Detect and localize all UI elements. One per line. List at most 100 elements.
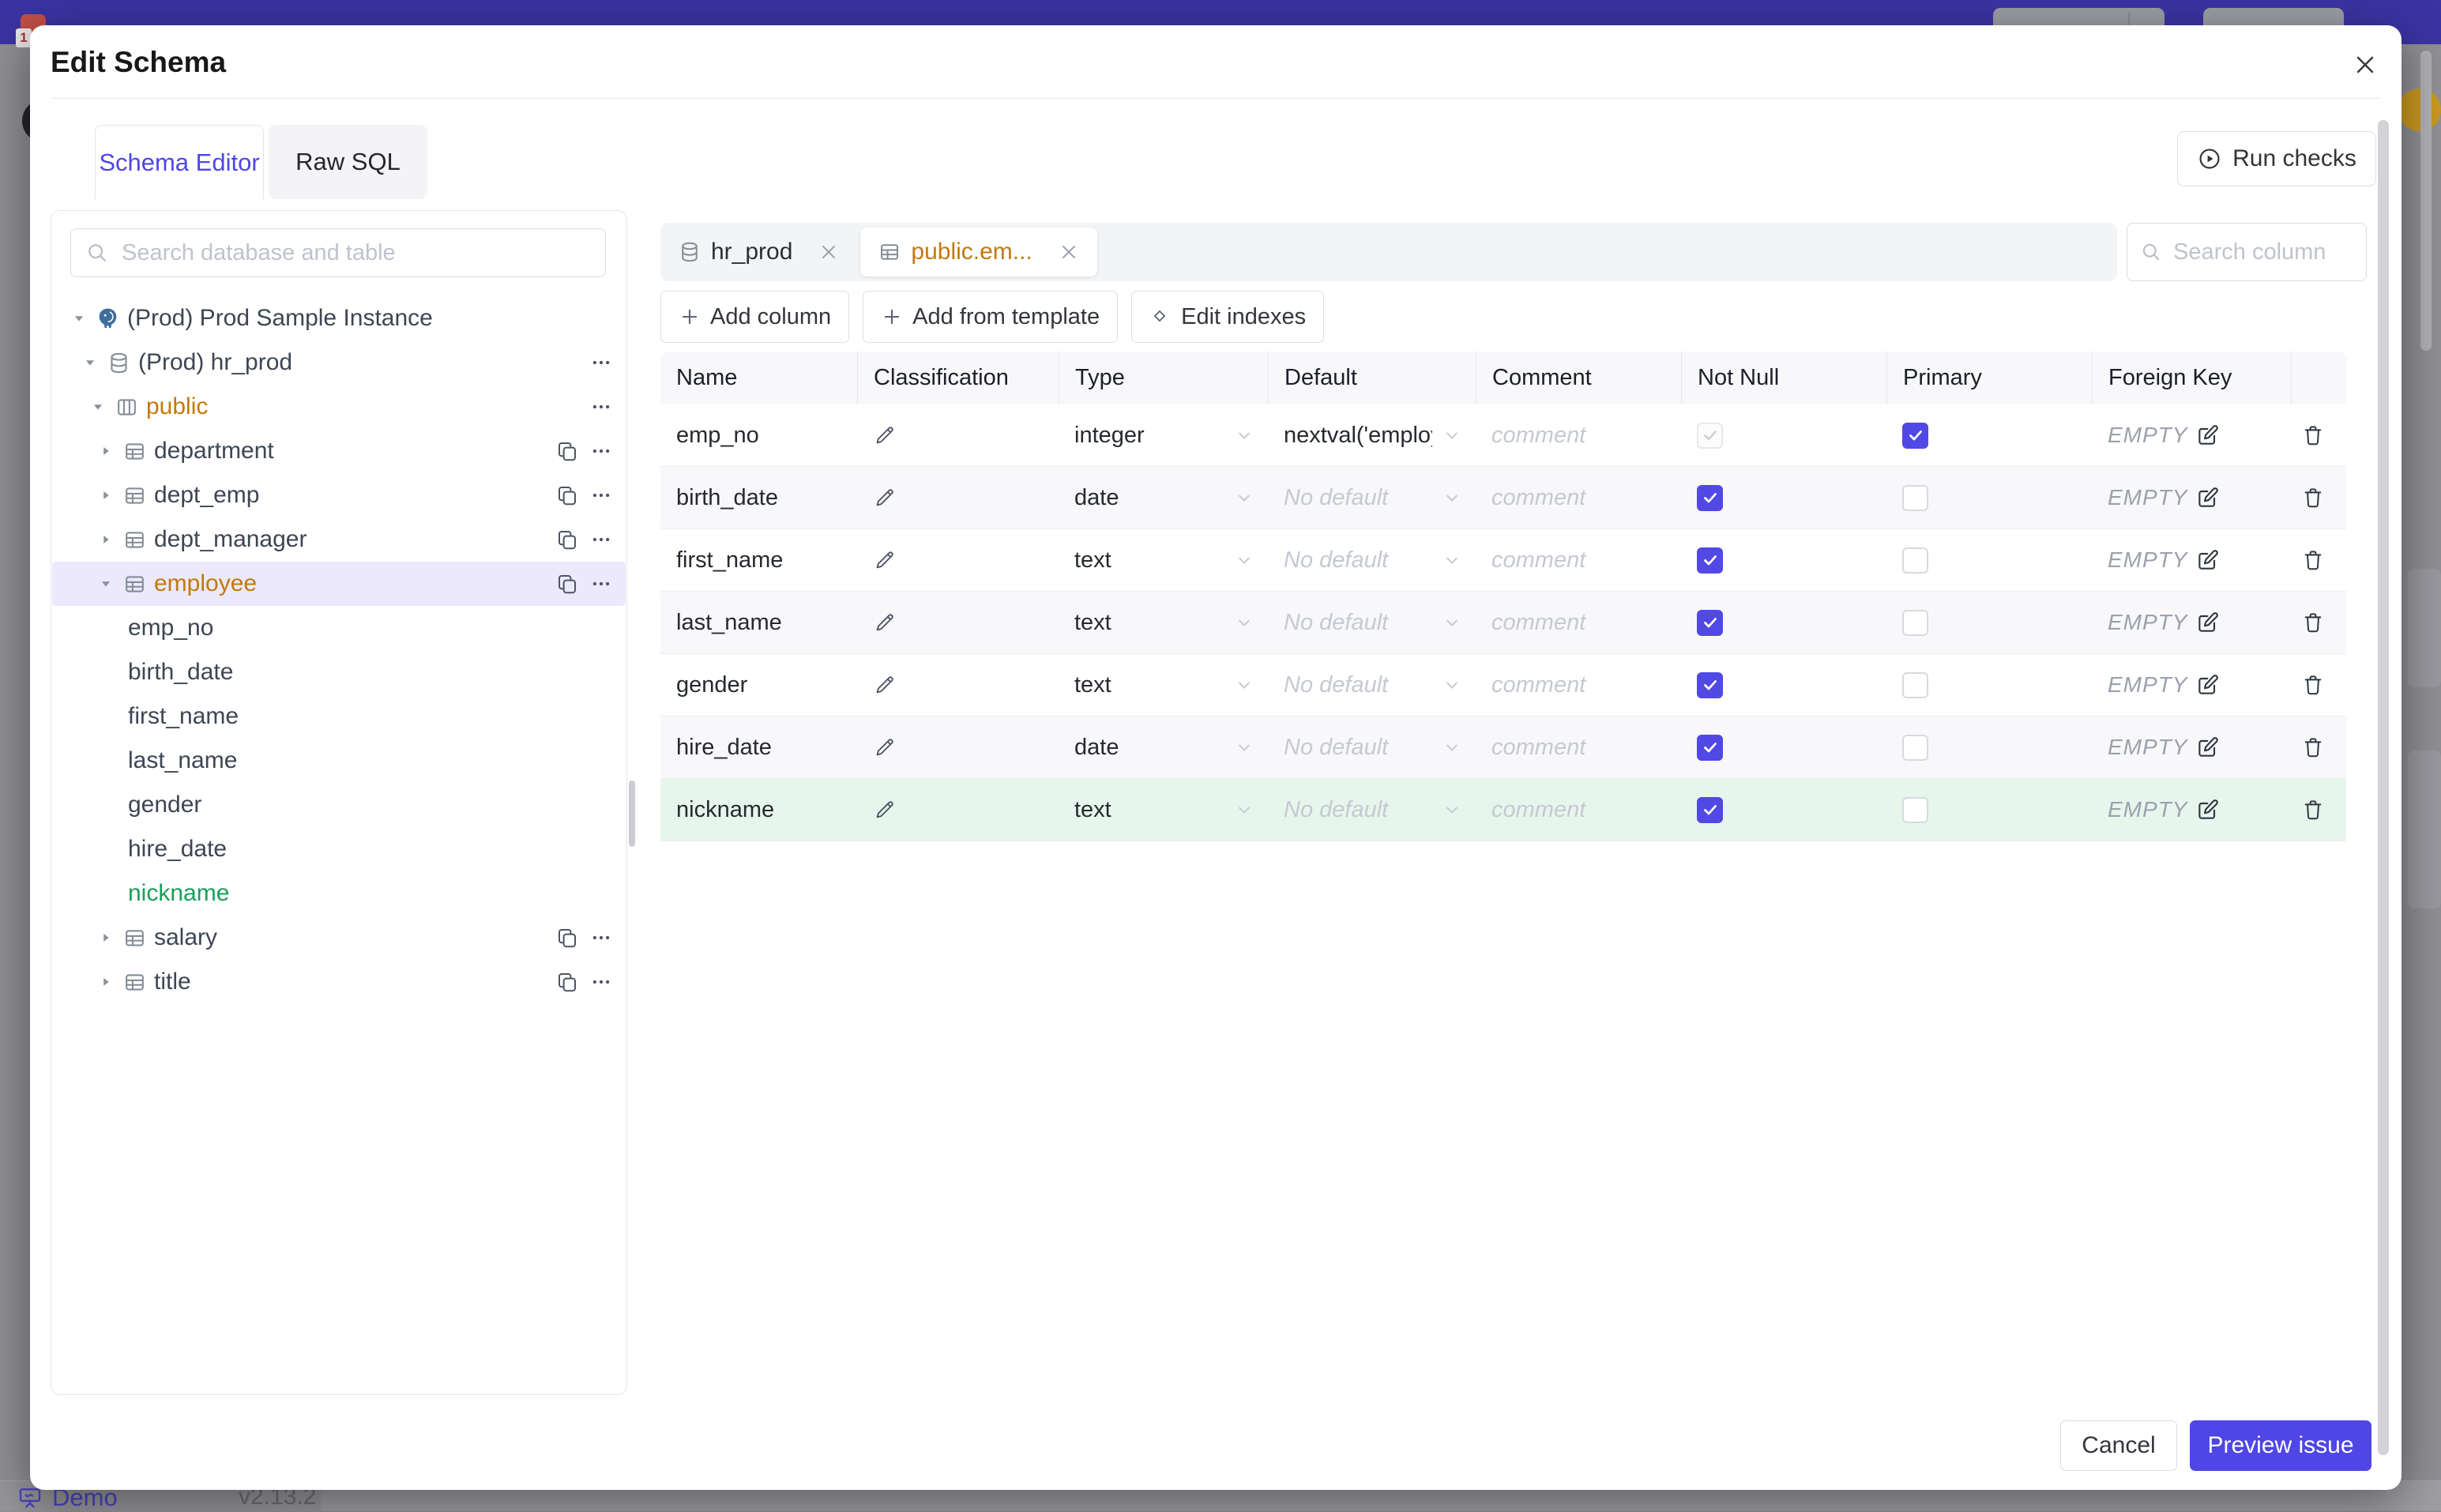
default-placeholder[interactable]: No default — [1284, 485, 1388, 511]
caret-right-icon[interactable] — [96, 972, 115, 991]
cell-default[interactable]: nextval('employ — [1268, 404, 1476, 466]
chevron-down-icon[interactable] — [1441, 611, 1463, 634]
cell-name[interactable]: hire_date — [660, 717, 857, 778]
default-placeholder[interactable]: No default — [1284, 610, 1388, 636]
cell-comment[interactable]: comment — [1476, 654, 1681, 716]
tree-item-gender[interactable]: gender — [52, 783, 626, 827]
tree-item--prod-hr_prod[interactable]: (Prod) hr_prod — [52, 340, 626, 385]
primary-checkbox[interactable] — [1902, 422, 1928, 449]
copy-icon[interactable] — [554, 482, 581, 509]
chevron-down-icon[interactable] — [1441, 549, 1463, 571]
close-tab-icon[interactable] — [818, 241, 840, 263]
trash-icon[interactable] — [2300, 423, 2326, 448]
trash-icon[interactable] — [2300, 610, 2326, 635]
editor-tab-hr-prod[interactable]: hr_prod — [660, 223, 857, 281]
chevron-down-icon[interactable] — [1233, 674, 1255, 696]
pencil-icon[interactable] — [873, 548, 897, 572]
chevron-down-icon[interactable] — [1233, 736, 1255, 758]
default-placeholder[interactable]: No default — [1284, 797, 1388, 823]
cell-default[interactable]: No default — [1268, 717, 1476, 778]
tree-item-salary[interactable]: salary — [52, 916, 626, 960]
cell-comment[interactable]: comment — [1476, 529, 1681, 591]
cell-name[interactable]: birth_date — [660, 467, 857, 528]
cell-comment[interactable]: comment — [1476, 404, 1681, 466]
ellipsis-menu-icon[interactable] — [588, 482, 615, 509]
default-placeholder[interactable]: No default — [1284, 735, 1388, 761]
cell-name[interactable]: nickname — [660, 779, 857, 841]
primary-checkbox[interactable] — [1902, 609, 1928, 636]
tree-item-nickname[interactable]: nickname — [52, 871, 626, 916]
copy-icon[interactable] — [554, 526, 581, 553]
close-tab-icon[interactable] — [1058, 241, 1080, 263]
cell-default[interactable]: No default — [1268, 779, 1476, 841]
ellipsis-menu-icon[interactable] — [588, 570, 615, 597]
edit-box-icon[interactable] — [2195, 547, 2221, 573]
chevron-down-icon[interactable] — [1441, 674, 1463, 696]
close-icon[interactable] — [2348, 47, 2383, 82]
cell-comment[interactable]: comment — [1476, 717, 1681, 778]
tree-item-hire_date[interactable]: hire_date — [52, 827, 626, 871]
cancel-button[interactable]: Cancel — [2060, 1420, 2177, 1471]
database-search-input[interactable] — [120, 239, 591, 267]
primary-checkbox[interactable] — [1902, 484, 1928, 511]
tree-item-department[interactable]: department — [52, 429, 626, 473]
cell-name[interactable]: gender — [660, 654, 857, 716]
trash-icon[interactable] — [2300, 547, 2326, 573]
edit-box-icon[interactable] — [2195, 735, 2221, 760]
chevron-down-icon[interactable] — [1441, 487, 1463, 509]
tree-item-title[interactable]: title — [52, 960, 626, 1004]
panel-resize-handle[interactable] — [629, 780, 635, 847]
edit-box-icon[interactable] — [2195, 485, 2221, 510]
run-checks-button[interactable]: Run checks — [2177, 131, 2376, 186]
cell-type[interactable]: date — [1059, 467, 1268, 528]
cell-type[interactable]: date — [1059, 717, 1268, 778]
edit-box-icon[interactable] — [2195, 672, 2221, 698]
primary-checkbox[interactable] — [1902, 671, 1928, 698]
preview-issue-button[interactable]: Preview issue — [2190, 1420, 2371, 1471]
caret-down-icon[interactable] — [96, 574, 115, 593]
cell-default[interactable]: No default — [1268, 529, 1476, 591]
not-null-checkbox[interactable] — [1697, 671, 1723, 698]
edit-box-icon[interactable] — [2195, 797, 2221, 822]
cell-name[interactable]: emp_no — [660, 404, 857, 466]
cell-comment[interactable]: comment — [1476, 467, 1681, 528]
primary-checkbox[interactable] — [1902, 796, 1928, 823]
ellipsis-menu-icon[interactable] — [588, 526, 615, 553]
cell-comment[interactable]: comment — [1476, 592, 1681, 653]
caret-down-icon[interactable] — [88, 397, 107, 416]
not-null-checkbox[interactable] — [1697, 547, 1723, 574]
copy-icon[interactable] — [554, 924, 581, 951]
edit-indexes-button[interactable]: Edit indexes — [1131, 291, 1325, 343]
ellipsis-menu-icon[interactable] — [588, 393, 615, 420]
edit-box-icon[interactable] — [2195, 610, 2221, 635]
cell-name[interactable]: first_name — [660, 529, 857, 591]
trash-icon[interactable] — [2300, 485, 2326, 510]
chevron-down-icon[interactable] — [1441, 424, 1463, 446]
not-null-checkbox[interactable] — [1697, 609, 1723, 636]
chevron-down-icon[interactable] — [1233, 611, 1255, 634]
default-placeholder[interactable]: No default — [1284, 547, 1388, 574]
caret-down-icon[interactable] — [81, 353, 100, 372]
copy-icon[interactable] — [554, 570, 581, 597]
tree-item-first_name[interactable]: first_name — [52, 694, 626, 739]
trash-icon[interactable] — [2300, 735, 2326, 760]
pencil-icon[interactable] — [873, 735, 897, 759]
cell-type[interactable]: text — [1059, 654, 1268, 716]
cell-type[interactable]: text — [1059, 779, 1268, 841]
chevron-down-icon[interactable] — [1233, 487, 1255, 509]
column-search-input[interactable] — [2172, 238, 2353, 266]
copy-icon[interactable] — [554, 438, 581, 465]
cell-default[interactable]: No default — [1268, 592, 1476, 653]
not-null-checkbox[interactable] — [1697, 734, 1723, 761]
cell-type[interactable]: integer — [1059, 404, 1268, 466]
chevron-down-icon[interactable] — [1441, 799, 1463, 821]
caret-right-icon[interactable] — [96, 928, 115, 947]
pencil-icon[interactable] — [873, 673, 897, 697]
copy-icon[interactable] — [554, 969, 581, 995]
dialog-scrollbar[interactable] — [2378, 120, 2389, 1455]
ellipsis-menu-icon[interactable] — [588, 438, 615, 465]
cell-type[interactable]: text — [1059, 529, 1268, 591]
tree-item-birth_date[interactable]: birth_date — [52, 650, 626, 694]
tree-item-public[interactable]: public — [52, 385, 626, 429]
not-null-checkbox[interactable] — [1697, 484, 1723, 511]
